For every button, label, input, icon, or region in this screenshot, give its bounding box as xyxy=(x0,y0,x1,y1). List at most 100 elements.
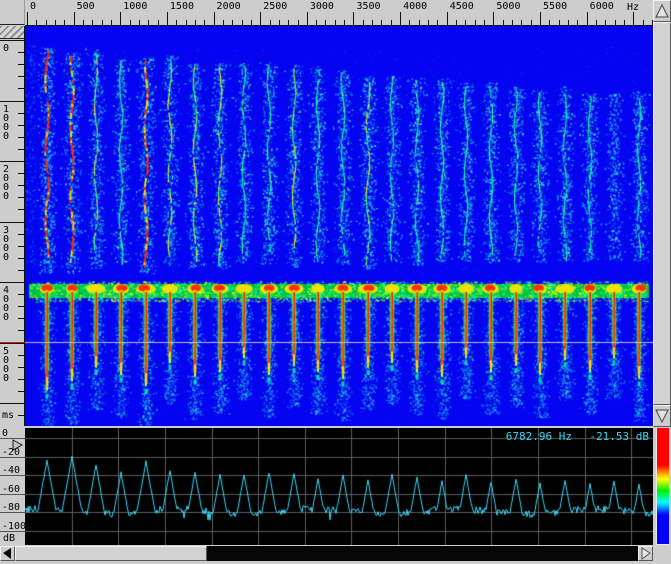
right-arrow-icon xyxy=(640,547,651,560)
freq-minor-tick xyxy=(270,20,271,25)
down-arrow-icon xyxy=(655,407,669,425)
freq-minor-tick xyxy=(130,20,131,25)
freq-minor-tick xyxy=(549,20,550,25)
time-major-tick xyxy=(0,222,24,223)
db-axis: dB 0-20-40-60-80-100 xyxy=(0,428,25,546)
time-minor-tick xyxy=(18,88,24,89)
time-major-tick xyxy=(0,403,24,404)
freq-tick-label: 3000 xyxy=(310,1,334,12)
freq-minor-tick xyxy=(512,20,513,25)
time-minor-tick xyxy=(18,318,24,319)
time-minor-tick xyxy=(18,391,24,392)
freq-tick-label: 5000 xyxy=(496,1,520,12)
spectrum-canvas[interactable] xyxy=(25,428,653,545)
freq-minor-tick xyxy=(531,20,532,25)
time-tick-label: 5 0 0 0 xyxy=(3,347,9,383)
time-minor-tick xyxy=(18,415,24,416)
spectrogram-window: Hz 0500100015002000250030003500400045005… xyxy=(0,0,671,564)
time-minor-tick xyxy=(18,113,24,114)
freq-tick-label: 4000 xyxy=(403,1,427,12)
time-major-tick xyxy=(0,161,24,162)
freq-minor-tick xyxy=(298,20,299,25)
freq-minor-tick xyxy=(288,20,289,25)
freq-minor-tick xyxy=(475,20,476,25)
freq-minor-tick xyxy=(484,20,485,25)
time-minor-tick xyxy=(18,270,24,271)
time-major-tick xyxy=(0,40,24,41)
freq-minor-tick xyxy=(409,20,410,25)
time-minor-tick xyxy=(18,197,24,198)
scroll-left-button[interactable] xyxy=(0,546,15,561)
time-minor-tick xyxy=(18,149,24,150)
freq-minor-tick xyxy=(577,20,578,25)
freq-minor-tick xyxy=(344,20,345,25)
spectrogram-canvas[interactable] xyxy=(25,26,653,426)
freq-minor-tick xyxy=(596,20,597,25)
time-minor-tick xyxy=(18,173,24,174)
time-ruler[interactable]: ms 01 0 0 02 0 0 03 0 0 04 0 0 05 0 0 0 xyxy=(0,26,25,426)
time-minor-tick xyxy=(18,367,24,368)
freq-tick-label: 3500 xyxy=(356,1,380,12)
freq-major-tick xyxy=(493,12,494,25)
hscroll-thumb[interactable] xyxy=(15,546,207,561)
time-minor-tick xyxy=(18,258,24,259)
time-tick-label: 0 xyxy=(3,44,9,53)
freq-major-tick xyxy=(214,12,215,25)
time-cursor-tick xyxy=(0,342,24,343)
freq-minor-tick xyxy=(139,20,140,25)
freq-minor-tick xyxy=(643,20,644,25)
spectrum-plot[interactable]: 6782.96 Hz -21.53 dB xyxy=(25,428,653,545)
scroll-up-button[interactable] xyxy=(653,0,671,22)
freq-major-tick xyxy=(633,12,634,25)
vertical-scrollbar[interactable] xyxy=(653,0,671,427)
time-minor-tick xyxy=(18,355,24,356)
freq-ruler[interactable]: Hz 0500100015002000250030003500400045005… xyxy=(25,0,653,26)
time-minor-tick xyxy=(18,76,24,77)
freq-major-tick xyxy=(74,12,75,25)
freq-minor-tick xyxy=(428,20,429,25)
intensity-colorbar xyxy=(656,428,669,545)
db-unit-label: dB xyxy=(3,533,15,544)
freq-minor-tick xyxy=(419,20,420,25)
freq-major-tick xyxy=(400,12,401,25)
time-tick-label: 2 0 0 0 xyxy=(3,165,9,201)
freq-minor-tick xyxy=(102,20,103,25)
freq-minor-tick xyxy=(36,20,37,25)
freq-tick-label: 500 xyxy=(77,1,95,12)
freq-minor-tick xyxy=(223,20,224,25)
up-arrow-icon xyxy=(655,2,669,20)
time-minor-tick xyxy=(18,209,24,210)
vscroll-thumb[interactable] xyxy=(653,22,671,405)
time-minor-tick xyxy=(18,64,24,65)
freq-minor-tick xyxy=(372,20,373,25)
freq-tick-label: 4500 xyxy=(450,1,474,12)
freq-minor-tick xyxy=(176,20,177,25)
horizontal-scrollbar[interactable] xyxy=(0,546,653,561)
cursor-frequency-readout: 6782.96 Hz xyxy=(506,430,572,443)
freq-minor-tick xyxy=(279,20,280,25)
freq-minor-tick xyxy=(437,20,438,25)
time-minor-tick xyxy=(18,379,24,380)
freq-tick-label: 1000 xyxy=(123,1,147,12)
freq-minor-tick xyxy=(316,20,317,25)
time-major-tick xyxy=(0,282,24,283)
db-tick-label: -80 xyxy=(2,502,20,513)
scroll-down-button[interactable] xyxy=(653,405,671,427)
freq-minor-tick xyxy=(521,20,522,25)
freq-minor-tick xyxy=(503,20,504,25)
left-arrow-icon xyxy=(2,547,13,560)
scroll-right-button[interactable] xyxy=(638,546,653,561)
freq-minor-tick xyxy=(381,20,382,25)
freq-minor-tick xyxy=(92,20,93,25)
freq-major-tick xyxy=(167,12,168,25)
freq-minor-tick xyxy=(615,20,616,25)
freq-minor-tick xyxy=(204,20,205,25)
freq-major-tick xyxy=(307,12,308,25)
time-minor-tick xyxy=(18,234,24,235)
time-minor-tick xyxy=(18,246,24,247)
freq-tick-label: 2000 xyxy=(217,1,241,12)
db-tick-label: -100 xyxy=(2,521,25,532)
freq-minor-tick xyxy=(605,20,606,25)
time-minor-tick xyxy=(18,306,24,307)
time-minor-tick xyxy=(18,294,24,295)
